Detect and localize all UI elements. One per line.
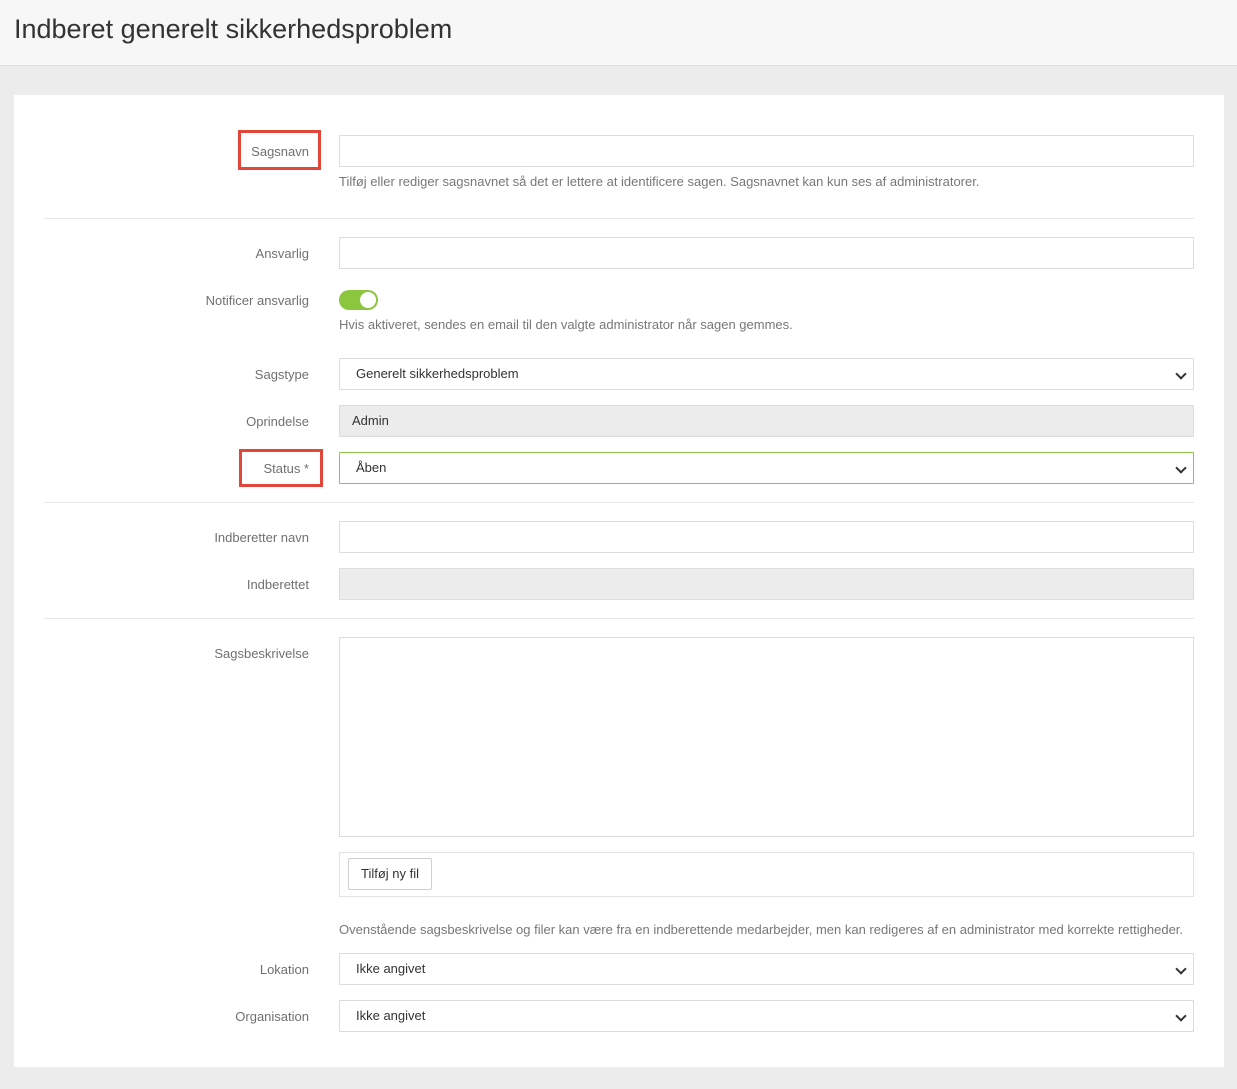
chevron-down-icon — [1175, 462, 1187, 474]
case-name-label: Sagsnavn — [251, 144, 309, 159]
case-type-label: Sagstype — [254, 367, 309, 382]
responsible-input[interactable] — [339, 237, 1194, 269]
status-select[interactable]: Åben — [339, 452, 1194, 484]
section-divider — [44, 218, 1194, 219]
add-file-button[interactable]: Tilføj ny fil — [348, 858, 433, 890]
notify-toggle[interactable] — [339, 290, 378, 310]
description-textarea[interactable] — [339, 637, 1194, 837]
location-select[interactable]: Ikke angivet — [339, 953, 1194, 985]
reported-label: Indberettet — [246, 577, 309, 592]
organisation-value: Ikke angivet — [356, 1008, 426, 1023]
page-title: Indberet generelt sikkerhedsproblem — [14, 14, 453, 44]
case-form: Sagsnavn Tilføj eller rediger sagsnavnet… — [14, 95, 1224, 1067]
toggle-knob — [360, 292, 376, 308]
case-type-value: Generelt sikkerhedsproblem — [356, 366, 519, 381]
chevron-down-icon — [1175, 368, 1187, 380]
origin-field: Admin — [339, 405, 1194, 437]
file-upload-area: Tilføj ny fil — [339, 852, 1194, 897]
section-divider — [44, 618, 1194, 619]
reporter-name-label: Indberetter navn — [214, 530, 309, 545]
responsible-label: Ansvarlig — [255, 246, 309, 261]
location-label: Lokation — [259, 962, 309, 977]
origin-label: Oprindelse — [246, 414, 309, 429]
section-divider — [44, 502, 1194, 503]
chevron-down-icon — [1175, 1010, 1187, 1022]
notify-label: Notificer ansvarlig — [205, 293, 309, 308]
case-type-select[interactable]: Generelt sikkerhedsproblem — [339, 358, 1194, 390]
status-value: Åben — [356, 460, 387, 475]
page-header: Indberet generelt sikkerhedsproblem — [0, 0, 1237, 66]
notify-help: Hvis aktiveret, sendes en email til den … — [339, 317, 793, 332]
chevron-down-icon — [1175, 963, 1187, 975]
organisation-label: Organisation — [235, 1009, 309, 1024]
case-name-help: Tilføj eller rediger sagsnavnet så det e… — [339, 174, 980, 189]
organisation-select[interactable]: Ikke angivet — [339, 1000, 1194, 1032]
status-label: Status * — [263, 461, 309, 476]
case-name-input[interactable] — [339, 135, 1194, 167]
description-help: Ovenstående sagsbeskrivelse og filer kan… — [339, 922, 1184, 937]
reporter-name-input[interactable] — [339, 521, 1194, 553]
location-value: Ikke angivet — [356, 961, 426, 976]
description-label: Sagsbeskrivelse — [214, 646, 309, 661]
reported-field — [339, 568, 1194, 600]
